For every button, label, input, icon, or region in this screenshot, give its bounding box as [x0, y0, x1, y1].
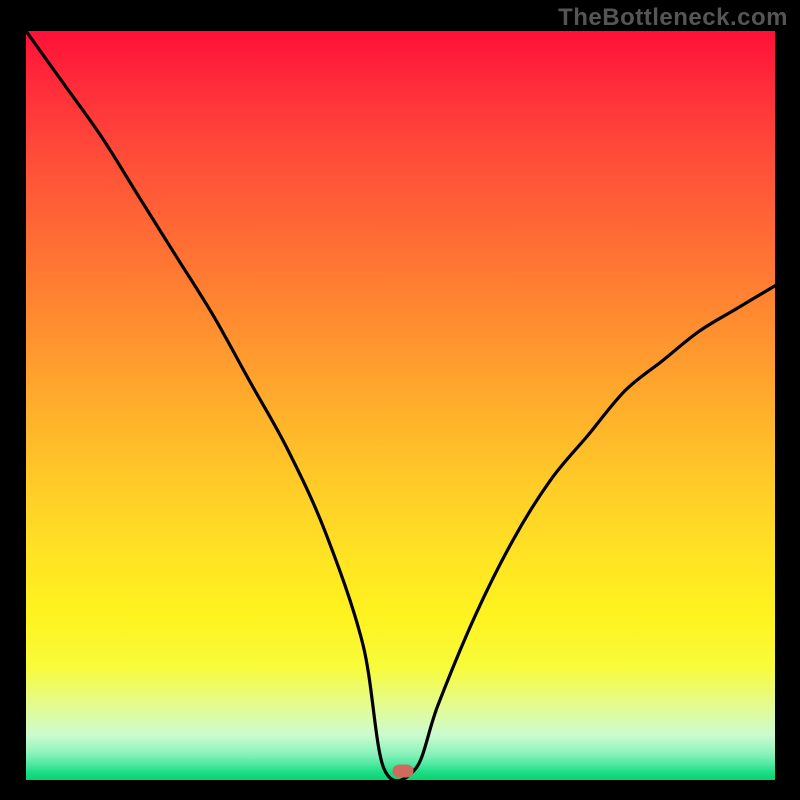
watermark-text: TheBottleneck.com [558, 4, 788, 32]
minimum-marker [393, 765, 414, 778]
chart-container: TheBottleneck.com [0, 0, 800, 800]
plot-area [26, 31, 775, 780]
curve-svg [26, 31, 775, 780]
bottleneck-curve-path [26, 31, 775, 780]
